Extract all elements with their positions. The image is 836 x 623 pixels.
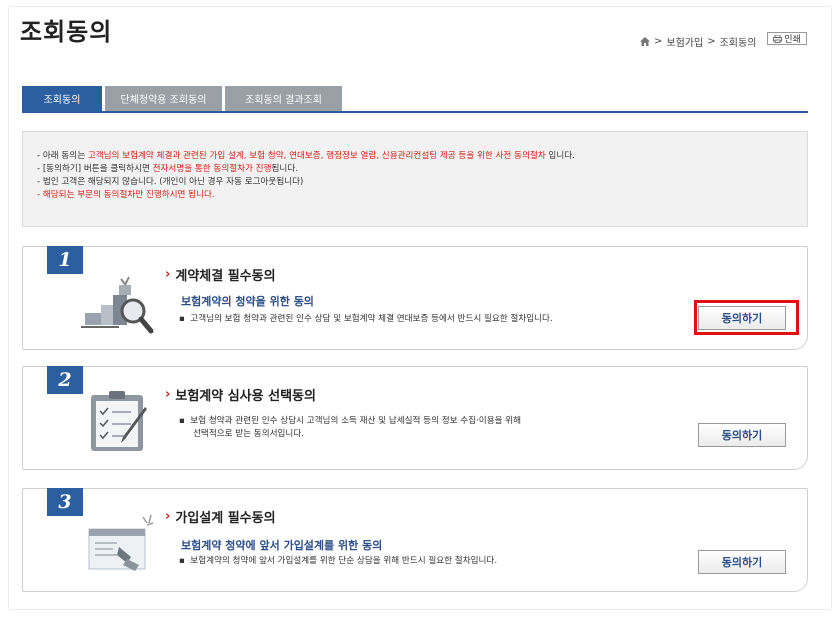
step-number-2: 2: [47, 366, 83, 394]
card-title-1: › 계약체결 필수동의: [165, 267, 276, 284]
step-number-3: 3: [47, 488, 83, 516]
tab-underline: [22, 111, 808, 113]
step-number-1: 1: [47, 246, 83, 274]
card-desc-2: ▪ 보험 청약과 관련된 인수 상담시 고객님의 소득 재산 및 납세실적 등의…: [179, 416, 522, 439]
notice-line-4: - 해당되는 부문의 동의절차만 진행하시면 됩니다.: [37, 190, 215, 200]
card-title-3: › 가입설계 필수동의: [165, 509, 276, 526]
tab-consent-result[interactable]: 조회동의 결과조회: [225, 86, 342, 111]
breadcrumb-item-current: 조회동의: [719, 38, 757, 49]
page-title: 조회동의: [20, 18, 113, 46]
tab-group-consent[interactable]: 단체청약용 조회동의: [105, 86, 222, 111]
print-label: 인쇄: [784, 35, 801, 45]
chevron-right-icon: ›: [165, 509, 171, 524]
notice-line-2: - [동의하기] 버튼을 클릭하시면 전자서명을 통한 동의절차가 진행됩니다.: [37, 164, 298, 174]
consent-card-1: 1 › 계약체결 필수동의 보험계약의 청약을 위한 동의 ▪ 고객님의 보험 청…: [22, 246, 808, 350]
card-title-2: › 보험계약 심사용 선택동의: [165, 387, 316, 404]
breadcrumb-item-insurance[interactable]: 보험가입: [666, 34, 703, 49]
highlight-box: [694, 300, 799, 335]
chevron-right-icon: ›: [165, 267, 171, 282]
clipboard-checklist-icon: [91, 391, 147, 451]
notice-line-3: - 법인 고객은 해당되지 않습니다. (개인이 아닌 경우 자동 로그아웃됩니…: [37, 177, 304, 187]
breadcrumb-separator: >: [707, 36, 716, 47]
card-desc-3: ▪ 보험계약의 청약에 앞서 가입설계를 위한 단순 상담을 위해 반드시 필요…: [179, 556, 498, 566]
chevron-right-icon: ›: [165, 387, 171, 402]
card-subtitle-1: 보험계약의 청약을 위한 동의: [181, 295, 314, 308]
page: 조회동의 > 보험가입 > 조회동의 인쇄 조회동의 단체청약용 조회동의 조회…: [0, 0, 836, 623]
consent-button-3[interactable]: 동의하기: [698, 550, 786, 574]
printer-icon: [773, 34, 783, 43]
home-icon[interactable]: [640, 37, 650, 46]
consent-card-3: 3 › 가입설계 필수동의 보험계약 청약에 앞서 가입설계를 위한 동의 ▪ 보…: [22, 488, 808, 592]
tab-bar: 조회동의 단체청약용 조회동의 조회동의 결과조회: [22, 86, 342, 111]
breadcrumb: > 보험가입 > 조회동의: [640, 34, 756, 49]
breadcrumb-separator: >: [654, 36, 663, 47]
consent-button-2[interactable]: 동의하기: [698, 423, 786, 447]
chart-magnifier-icon: [81, 276, 154, 334]
print-button[interactable]: 인쇄: [767, 32, 807, 45]
consent-card-2: 2 › 보험계약 심사용 선택동의 ▪ 보험 청약과 관련된 인수 상담시 고객님…: [22, 366, 808, 470]
notice-line-1: - 아래 동의는 고객님의 보험계약 체결과 관련된 가입 설계, 보험 청약,…: [37, 151, 575, 161]
tab-consent[interactable]: 조회동의: [22, 86, 102, 111]
notice-box: - 아래 동의는 고객님의 보험계약 체결과 관련된 가입 설계, 보험 청약,…: [22, 131, 808, 227]
handshake-document-icon: [88, 514, 154, 571]
card-desc-1: ▪ 고객님의 보험 청약과 관련된 인수 상담 및 보험계약 체결 연대보증 등…: [179, 314, 553, 324]
card-subtitle-3: 보험계약 청약에 앞서 가입설계를 위한 동의: [181, 539, 383, 552]
